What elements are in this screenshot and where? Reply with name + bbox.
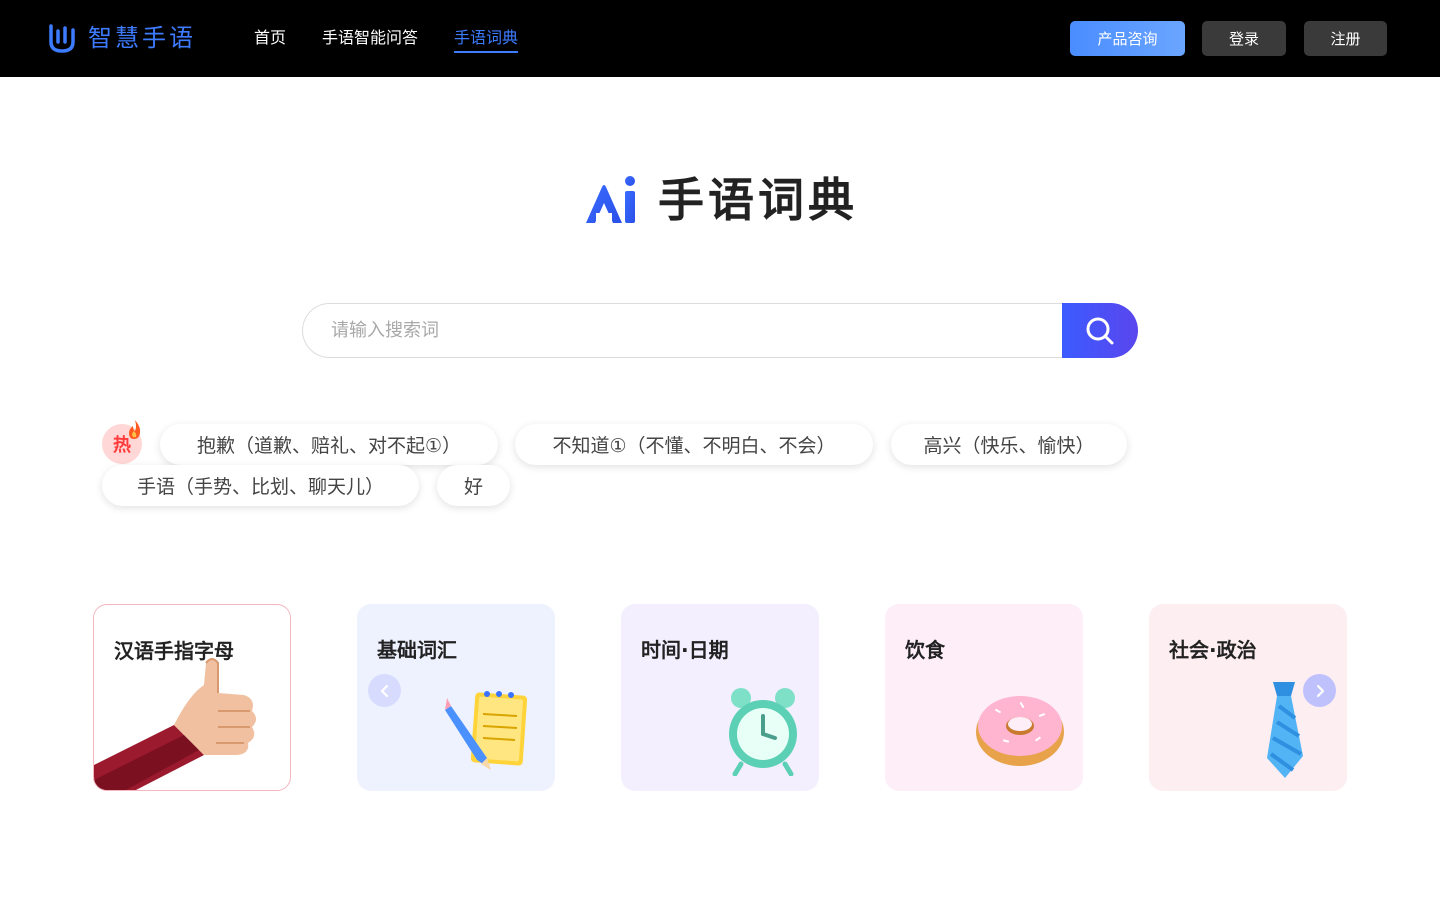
donut-icon [976,696,1064,766]
page-title-text: 手语词典 [658,173,858,227]
hot-tag[interactable]: 好 [437,465,510,506]
search-bar [302,303,1138,358]
brand-logo[interactable]: 智慧手语 [48,22,196,54]
nav-sign-dictionary[interactable]: 手语词典 [454,26,519,53]
category-card-time-date[interactable]: 时间·日期 [621,604,819,791]
carousel-next-button[interactable] [1303,674,1336,707]
category-card-finger-alphabet[interactable]: 汉语手指字母 [93,604,291,791]
alarm-clock-icon [729,688,797,776]
search-icon [1086,317,1114,344]
nav-sign-qa[interactable]: 手语智能问答 [322,26,418,53]
notepad-pencil-icon [445,691,528,770]
hand-logo-icon [49,24,75,53]
flame-icon [129,420,141,439]
carousel-prev-button[interactable] [368,674,401,707]
brand-name: 智慧手语 [88,24,196,52]
chevron-right-icon [1316,684,1324,697]
hot-tag[interactable]: 高兴（快乐、愉快） [891,424,1127,465]
category-card-food[interactable]: 饮食 [885,604,1083,791]
login-button[interactable]: 登录 [1202,21,1286,56]
thumbs-up-hand-icon [94,658,256,790]
necktie-icon [1267,682,1303,778]
nav-home[interactable]: 首页 [254,26,286,53]
hot-tag[interactable]: 手语（手势、比划、聊天儿） [102,465,419,506]
chevron-left-icon [380,684,388,697]
register-button[interactable]: 注册 [1304,21,1387,56]
ai-logo-icon [586,176,635,223]
search-button[interactable] [1062,303,1138,358]
category-title: 基础词汇 [377,638,457,662]
category-title: 时间·日期 [641,638,729,662]
top-navbar: 智慧手语 首页 手语智能问答 手语词典 产品咨询 登录 注册 [0,0,1440,77]
product-consult-button[interactable]: 产品咨询 [1070,21,1185,56]
category-title: 饮食 [905,638,945,662]
search-input[interactable] [302,303,1092,358]
hot-tag[interactable]: 不知道①（不懂、不明白、不会） [515,424,873,465]
hot-tag[interactable]: 抱歉（道歉、赔礼、对不起①） [160,424,498,465]
category-title: 社会·政治 [1169,638,1257,662]
page-title: 手语词典 [582,172,858,228]
main-nav: 首页 手语智能问答 手语词典 [254,26,519,53]
